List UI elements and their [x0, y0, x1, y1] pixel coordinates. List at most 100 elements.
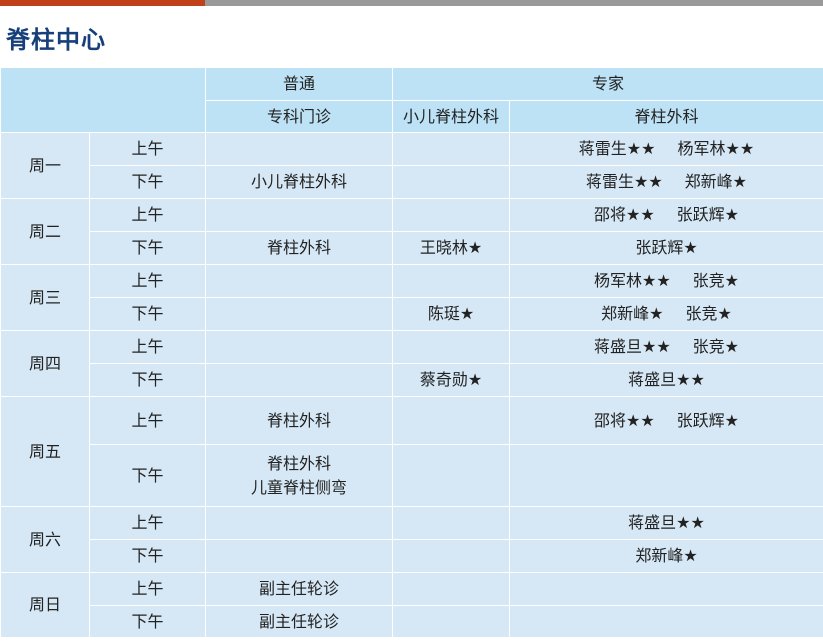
table-row: 下午 脊柱外科 王晓林★ 张跃辉★: [1, 231, 823, 265]
general-clinic-lines: 副主任轮诊: [206, 610, 392, 634]
general-clinic-name: 脊柱外科: [266, 410, 331, 430]
general-clinic-lines: 副主任轮诊: [206, 577, 392, 601]
general-clinic-cell: [205, 198, 393, 232]
page-title: 脊柱中心: [6, 26, 106, 54]
day-cell: 周四: [0, 330, 90, 397]
period-cell: 上午: [89, 330, 206, 364]
period-cell: 下午: [89, 363, 206, 397]
table-row: 周六 上午 蒋盛旦★★: [0, 506, 823, 573]
header-pediatric-spine: 小儿脊柱外科: [392, 100, 510, 133]
general-clinic-lines: 脊柱外科儿童脊柱侧弯: [206, 452, 392, 500]
pediatric-spine-cell: [392, 396, 510, 445]
day-cell: 周二: [0, 198, 90, 265]
table-row: 下午 小儿脊柱外科 蒋雷生★★ 郑新峰★: [1, 165, 823, 199]
pediatric-spine-cell: [392, 198, 510, 232]
day-cell: 周六: [0, 506, 90, 573]
doctor-name: 王晓林★: [419, 238, 483, 257]
doctor-name: 蒋盛旦★★: [628, 370, 705, 389]
table-row: 周一 上午 蒋雷生★★ 杨军林★★: [0, 132, 823, 199]
top-accent-segment: [0, 0, 205, 6]
general-clinic-cell: 副主任轮诊: [205, 605, 393, 638]
spine-surgery-cell: 郑新峰★ 张竞★: [508, 297, 823, 331]
doctor-name: 张竞★: [692, 337, 740, 356]
spine-surgery-cell: 蒋盛旦★★: [508, 506, 823, 540]
table-row: 下午 郑新峰★: [1, 539, 823, 573]
pediatric-spine-cell: [392, 572, 510, 606]
header-expert: 专家: [391, 67, 823, 101]
period-cell: 下午: [89, 605, 206, 638]
spine-surgery-cell: 蒋雷生★★ 郑新峰★: [508, 165, 823, 199]
doctor-name: 蒋盛旦★★: [593, 337, 671, 356]
day-cell: 周五: [0, 396, 90, 507]
general-clinic-cell: 副主任轮诊: [205, 572, 393, 606]
doctor-list: 张跃辉★: [635, 236, 697, 260]
general-clinic-lines: 小儿脊柱外科: [206, 170, 392, 194]
day-cell: 周日: [0, 572, 90, 638]
doctor-name: 张竞★: [692, 271, 740, 290]
doctor-list: 郑新峰★ 张竞★: [601, 302, 732, 326]
pediatric-spine-cell: [392, 444, 510, 507]
header-general: 普通: [205, 67, 393, 101]
doctor-name: 张跃辉★: [676, 410, 740, 430]
spine-surgery-cell: [508, 605, 823, 638]
day-cell: 周一: [0, 132, 90, 199]
period-cell: 下午: [89, 231, 206, 265]
general-clinic-cell: [205, 330, 393, 364]
doctor-name: 邵将★★: [593, 205, 655, 224]
period-cell: 上午: [89, 572, 206, 606]
doctor-name: 郑新峰★: [684, 172, 748, 191]
general-clinic-cell: 小儿脊柱外科: [205, 165, 393, 199]
general-clinic-lines: 脊柱外科: [206, 409, 392, 433]
doctor-name: 张竞★: [685, 304, 732, 323]
doctor-list: 蒋雷生★★ 郑新峰★: [586, 170, 747, 194]
spine-surgery-cell: 邵将★★ 张跃辉★: [508, 198, 823, 232]
period-cell: 上午: [89, 506, 206, 540]
period-cell: 上午: [89, 198, 206, 232]
period-cell: 下午: [89, 165, 206, 199]
spine-surgery-cell: 郑新峰★: [508, 539, 823, 573]
general-clinic-name: 脊柱外科: [266, 453, 331, 473]
general-clinic-cell: 脊柱外科儿童脊柱侧弯: [205, 444, 393, 507]
general-clinic-cell: 脊柱外科: [205, 231, 393, 265]
general-clinic-name: 脊柱外科: [266, 238, 331, 257]
top-accent-bar: [0, 0, 823, 6]
general-clinic-cell: [205, 297, 393, 331]
doctor-name: 郑新峰★: [635, 546, 698, 565]
general-clinic-cell: [205, 132, 393, 166]
spine-surgery-cell: 蒋盛旦★★: [508, 363, 823, 397]
table-row: 下午 蔡奇勋★ 蒋盛旦★★: [1, 363, 823, 397]
pediatric-spine-cell: [392, 132, 510, 166]
header-specialty-clinic: 专科门诊: [205, 100, 393, 133]
doctor-list: 蒋雷生★★ 杨军林★★: [579, 137, 754, 161]
header-spine-surgery: 脊柱外科: [508, 100, 823, 133]
general-clinic-name: 小儿脊柱外科: [250, 172, 347, 191]
pediatric-spine-cell: [392, 506, 510, 540]
spine-surgery-cell: 杨军林★★ 张竞★: [508, 264, 823, 298]
pediatric-spine-cell: [392, 165, 510, 199]
table-row: 周二 上午 邵将★★ 张跃辉★: [0, 198, 823, 265]
doctor-list: 杨军林★★ 张竞★: [594, 269, 739, 293]
pediatric-spine-cell: [392, 605, 510, 638]
doctor-name: 蒋雷生★★: [585, 172, 663, 191]
doctor-list: 蒋盛旦★★ 张竞★: [594, 335, 739, 359]
table-row: 下午 副主任轮诊: [1, 605, 823, 638]
pediatric-spine-cell: [392, 264, 510, 298]
general-clinic-cell: [205, 539, 393, 573]
table-row: 周五 上午 脊柱外科 邵将★★ 张跃辉★: [0, 396, 823, 507]
period-cell: 下午: [89, 539, 206, 573]
doctor-name: 蔡奇勋★: [419, 370, 483, 389]
table-row: 周三 上午 杨军林★★ 张竞★: [0, 264, 823, 331]
general-clinic-name: 副主任轮诊: [258, 579, 339, 598]
pediatric-spine-cell: 王晓林★: [392, 231, 510, 265]
general-clinic-name: 儿童脊柱侧弯: [250, 477, 347, 497]
spine-surgery-cell: 张跃辉★: [508, 231, 823, 265]
doctor-list: 邵将★★ 张跃辉★: [594, 203, 739, 227]
doctor-list: 郑新峰★: [635, 544, 697, 568]
doctor-list: 蒋盛旦★★: [628, 368, 705, 392]
doctor-name: 张跃辉★: [635, 238, 698, 257]
doctor-name: 蒋盛旦★★: [628, 513, 705, 532]
table-row: 下午 脊柱外科 儿童脊柱侧弯: [1, 444, 823, 507]
doctor-name: 邵将★★: [593, 410, 655, 430]
doctor-name: 杨军林★★: [593, 271, 671, 290]
pediatric-spine-cell: 陈珽★: [392, 297, 510, 331]
